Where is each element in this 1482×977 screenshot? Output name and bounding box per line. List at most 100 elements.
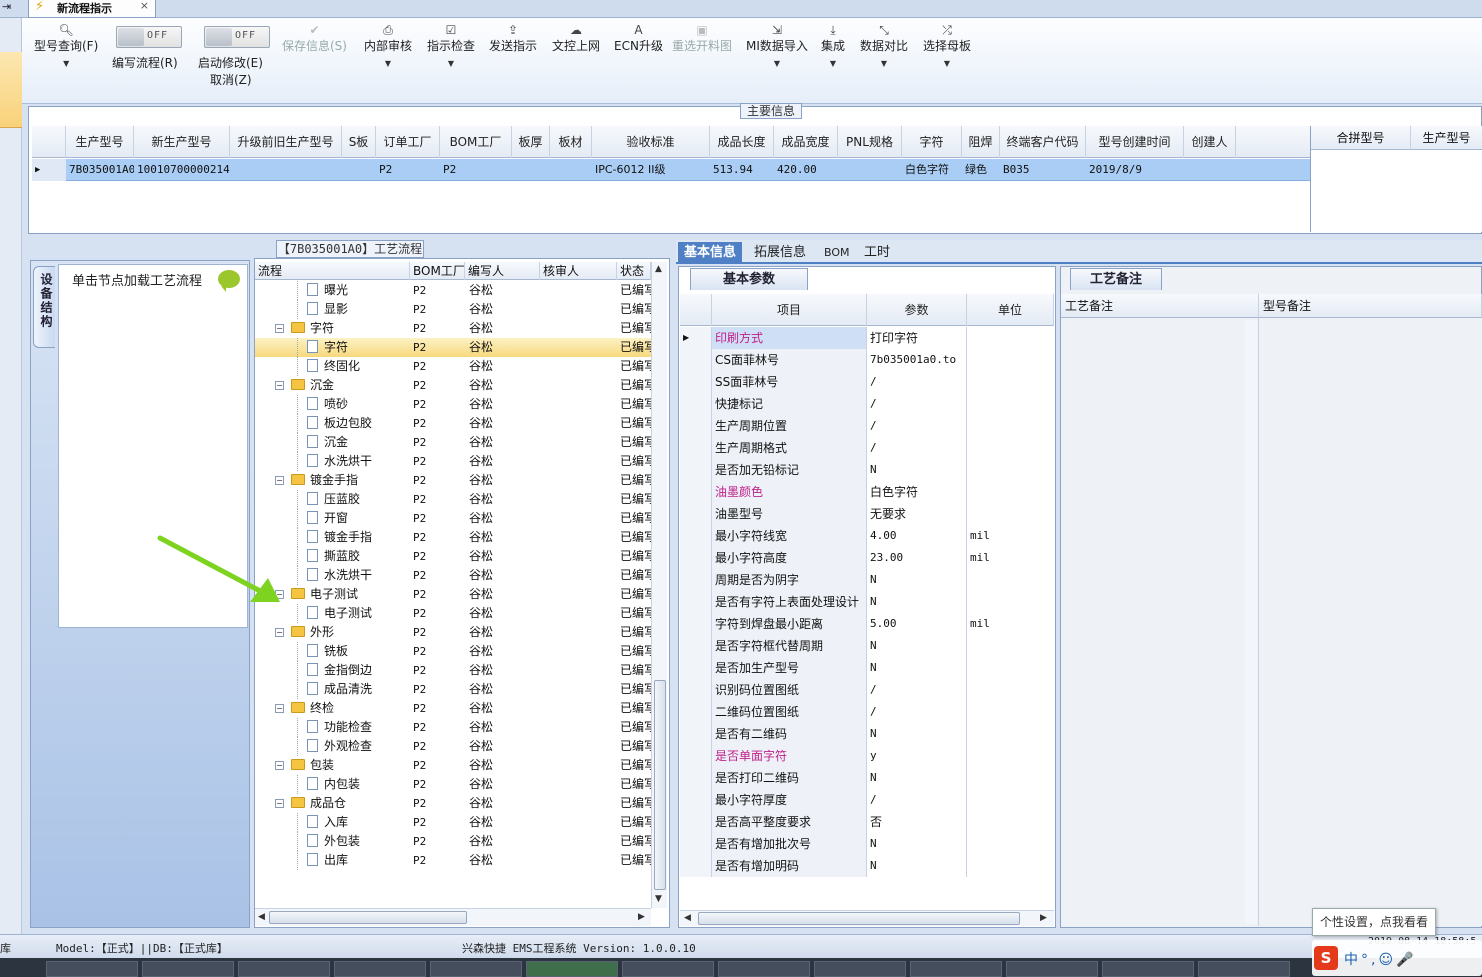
param-row[interactable]: 最小字符线宽 4.00 mil bbox=[680, 525, 1054, 547]
mi-data-import-button[interactable]: ⇲ MI数据导入 ▼ bbox=[746, 22, 808, 70]
param-value[interactable]: 23.00 bbox=[867, 547, 967, 569]
personal-settings-tooltip[interactable]: 个性设置，点我看看 bbox=[1312, 908, 1436, 936]
tree-node-name[interactable]: 出库 bbox=[307, 851, 410, 870]
tree-node-name[interactable]: 曝光 bbox=[307, 281, 410, 300]
param-value[interactable]: N bbox=[867, 591, 967, 613]
param-row[interactable]: 是否打印二维码 N bbox=[680, 767, 1054, 789]
col-header[interactable]: 成品宽度 bbox=[774, 126, 838, 158]
col-header[interactable]: 阻焊 bbox=[962, 126, 1000, 158]
ecn-upgrade-button[interactable]: A ECN升级 bbox=[614, 22, 663, 54]
param-row[interactable]: 是否加无铅标记 N bbox=[680, 459, 1054, 481]
param-row[interactable]: 字符到焊盘最小距离 5.00 mil bbox=[680, 613, 1054, 635]
col-header[interactable]: 状态 bbox=[617, 262, 651, 280]
tree-node-name[interactable]: 终固化 bbox=[307, 357, 410, 376]
tree-row[interactable]: − 沉金 P2 谷松 已编写 bbox=[255, 376, 651, 395]
param-row[interactable]: SS面菲林号 / bbox=[680, 371, 1054, 393]
tab-work-hours[interactable]: 工时 bbox=[858, 242, 896, 264]
collapse-icon[interactable]: − bbox=[275, 476, 284, 485]
tree-node-name[interactable]: 功能检查 bbox=[307, 718, 410, 737]
col-header[interactable]: 板材 bbox=[550, 126, 592, 158]
param-row[interactable]: 二维码位置图纸 / bbox=[680, 701, 1054, 723]
cell[interactable]: B035 bbox=[1000, 159, 1086, 181]
tree-node-name[interactable]: 压蓝胶 bbox=[307, 490, 410, 509]
param-row[interactable]: 是否有字符上表面处理设计 N bbox=[680, 591, 1054, 613]
tree-row[interactable]: 金指倒边 P2 谷松 已编写 bbox=[255, 661, 651, 680]
doc-control-online-button[interactable]: ☁ 文控上网 bbox=[552, 22, 600, 54]
integrate-button[interactable]: ⤓ 集成 ▼ bbox=[821, 22, 845, 70]
col-header[interactable]: 验收标准 bbox=[592, 126, 710, 158]
taskbar-item[interactable] bbox=[1198, 961, 1290, 977]
param-value[interactable]: 白色字符 bbox=[867, 481, 967, 503]
tree-node-name[interactable]: 电子测试 bbox=[291, 585, 410, 604]
taskbar-item[interactable] bbox=[1102, 961, 1194, 977]
tree-vertical-scrollbar[interactable]: ▲ ▼ bbox=[651, 262, 667, 908]
param-row[interactable]: 快捷标记 / bbox=[680, 393, 1054, 415]
tree-row[interactable]: 内包装 P2 谷松 已编写 bbox=[255, 775, 651, 794]
taskbar-item[interactable] bbox=[526, 961, 618, 977]
param-value[interactable]: / bbox=[867, 701, 967, 723]
param-value[interactable]: 无要求 bbox=[867, 503, 967, 525]
param-row[interactable]: 是否有增加明码 N bbox=[680, 855, 1054, 877]
tree-row[interactable]: 字符 P2 谷松 已编写 bbox=[255, 338, 651, 357]
tree-row[interactable]: 外包装 P2 谷松 已编写 bbox=[255, 832, 651, 851]
param-value[interactable]: N bbox=[867, 855, 967, 877]
params-horizontal-scrollbar[interactable]: ◀ ▶ bbox=[680, 910, 1054, 926]
tree-row[interactable]: − 包装 P2 谷松 已编写 bbox=[255, 756, 651, 775]
taskbar-item[interactable] bbox=[142, 961, 234, 977]
param-value[interactable]: N bbox=[867, 459, 967, 481]
cell[interactable]: 513.94 bbox=[710, 159, 774, 181]
param-row[interactable]: 是否单面字符 y bbox=[680, 745, 1054, 767]
param-value[interactable]: N bbox=[867, 723, 967, 745]
tree-row[interactable]: 开窗 P2 谷松 已编写 bbox=[255, 509, 651, 528]
scroll-right-icon[interactable]: ▶ bbox=[638, 912, 645, 922]
tree-row[interactable]: 外观检查 P2 谷松 已编写 bbox=[255, 737, 651, 756]
tree-row[interactable]: 显影 P2 谷松 已编写 bbox=[255, 300, 651, 319]
tree-row[interactable]: − 字符 P2 谷松 已编写 bbox=[255, 319, 651, 338]
cell[interactable]: 10010700000214 bbox=[134, 159, 230, 181]
tree-row[interactable]: − 成品仓 P2 谷松 已编写 bbox=[255, 794, 651, 813]
col-header[interactable]: BOM工厂 bbox=[440, 126, 512, 158]
tree-row[interactable]: − 镀金手指 P2 谷松 已编写 bbox=[255, 471, 651, 490]
tree-row[interactable]: 板边包胶 P2 谷松 已编写 bbox=[255, 414, 651, 433]
tree-row[interactable]: 沉金 P2 谷松 已编写 bbox=[255, 433, 651, 452]
tree-node-name[interactable]: 字符 bbox=[291, 319, 410, 338]
tree-node-name[interactable]: 金指倒边 bbox=[307, 661, 410, 680]
tab-bom[interactable]: BOM bbox=[818, 242, 856, 264]
param-value[interactable]: N bbox=[867, 657, 967, 679]
collapse-icon[interactable]: − bbox=[275, 628, 284, 637]
tree-node-name[interactable]: 字符 bbox=[307, 338, 410, 357]
ime-toolbar[interactable]: S 中°,☺🎤 bbox=[1312, 940, 1482, 976]
taskbar-item[interactable] bbox=[622, 961, 714, 977]
tree-node-name[interactable]: 铣板 bbox=[307, 642, 410, 661]
cell[interactable]: 420.00 bbox=[774, 159, 838, 181]
col-header[interactable]: 终端客户代码 bbox=[1000, 126, 1086, 158]
tree-node-name[interactable]: 撕蓝胶 bbox=[307, 547, 410, 566]
tree-row[interactable]: 喷砂 P2 谷松 已编写 bbox=[255, 395, 651, 414]
col-header[interactable]: 单位 bbox=[967, 294, 1054, 326]
tree-node-name[interactable]: 终检 bbox=[291, 699, 410, 718]
model-query-button[interactable]: 🔍︎ 型号查询(F) ▼ bbox=[34, 22, 98, 70]
cell[interactable]: P2 bbox=[440, 159, 512, 181]
collapse-icon[interactable]: − bbox=[275, 799, 284, 808]
model-remark-textarea[interactable] bbox=[1260, 318, 1482, 926]
scroll-left-icon[interactable]: ◀ bbox=[258, 912, 265, 922]
param-value[interactable]: 打印字符 bbox=[867, 327, 967, 349]
tree-row[interactable]: − 终检 P2 谷松 已编写 bbox=[255, 699, 651, 718]
scroll-thumb[interactable] bbox=[698, 912, 1020, 925]
tree-node-name[interactable]: 成品清洗 bbox=[307, 680, 410, 699]
tree-node-name[interactable]: 内包装 bbox=[307, 775, 410, 794]
param-row[interactable]: 最小字符厚度 / bbox=[680, 789, 1054, 811]
col-header[interactable]: 型号创建时间 bbox=[1086, 126, 1184, 158]
tree-row[interactable]: 功能检查 P2 谷松 已编写 bbox=[255, 718, 651, 737]
tree-node-name[interactable]: 外形 bbox=[291, 623, 410, 642]
col-header[interactable]: 生产型号 bbox=[1411, 126, 1482, 150]
col-header[interactable]: 创建人 bbox=[1184, 126, 1236, 158]
taskbar-item[interactable] bbox=[430, 961, 522, 977]
param-row[interactable]: 是否字符框代替周期 N bbox=[680, 635, 1054, 657]
col-header[interactable]: 型号备注 bbox=[1259, 294, 1482, 318]
param-value[interactable]: / bbox=[867, 393, 967, 415]
cell[interactable]: 2019/8/9 bbox=[1086, 159, 1184, 181]
tree-row[interactable]: − 外形 P2 谷松 已编写 bbox=[255, 623, 651, 642]
collapse-icon[interactable]: − bbox=[275, 381, 284, 390]
param-row[interactable]: 周期是否为阴字 N bbox=[680, 569, 1054, 591]
